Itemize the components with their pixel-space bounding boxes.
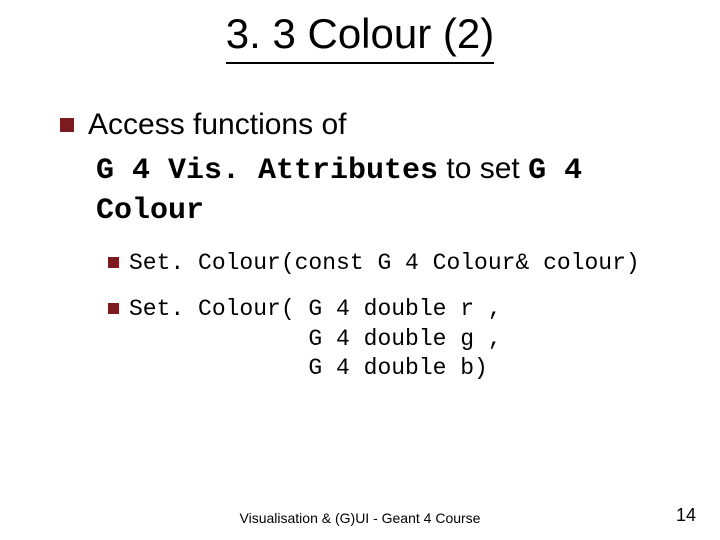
subitem-0: Set. Colour(const G 4 Colour& colour) bbox=[108, 249, 670, 279]
subitem-0-text: Set. Colour(const G 4 Colour& colour) bbox=[129, 249, 640, 279]
bullet-l1-cont: G 4 Vis. Attributes to set G 4 Colour bbox=[60, 150, 670, 231]
title-area: 3. 3 Colour (2) bbox=[0, 0, 720, 64]
subitem-1: Set. Colour( G 4 double r , G 4 double g… bbox=[108, 295, 670, 385]
bullet-l1-cont-plain: to set bbox=[438, 152, 528, 185]
square-bullet-icon bbox=[108, 303, 119, 314]
subitems: Set. Colour(const G 4 Colour& colour) Se… bbox=[60, 249, 670, 385]
subitem-1-text: Set. Colour( G 4 double r , G 4 double g… bbox=[129, 295, 502, 385]
code-g4visattributes: G 4 Vis. Attributes bbox=[96, 154, 438, 188]
bullet-l1: Access functions of bbox=[60, 106, 670, 144]
slide-body: Access functions of G 4 Vis. Attributes … bbox=[0, 64, 720, 384]
slide-title: 3. 3 Colour (2) bbox=[226, 10, 494, 64]
square-bullet-icon bbox=[108, 257, 119, 268]
footer-text: Visualisation & (G)UI - Geant 4 Course bbox=[0, 510, 720, 526]
square-bullet-icon bbox=[60, 118, 74, 132]
bullet-l1-text: Access functions of bbox=[88, 106, 346, 144]
page-number: 14 bbox=[676, 505, 696, 526]
slide: 3. 3 Colour (2) Access functions of G 4 … bbox=[0, 0, 720, 540]
